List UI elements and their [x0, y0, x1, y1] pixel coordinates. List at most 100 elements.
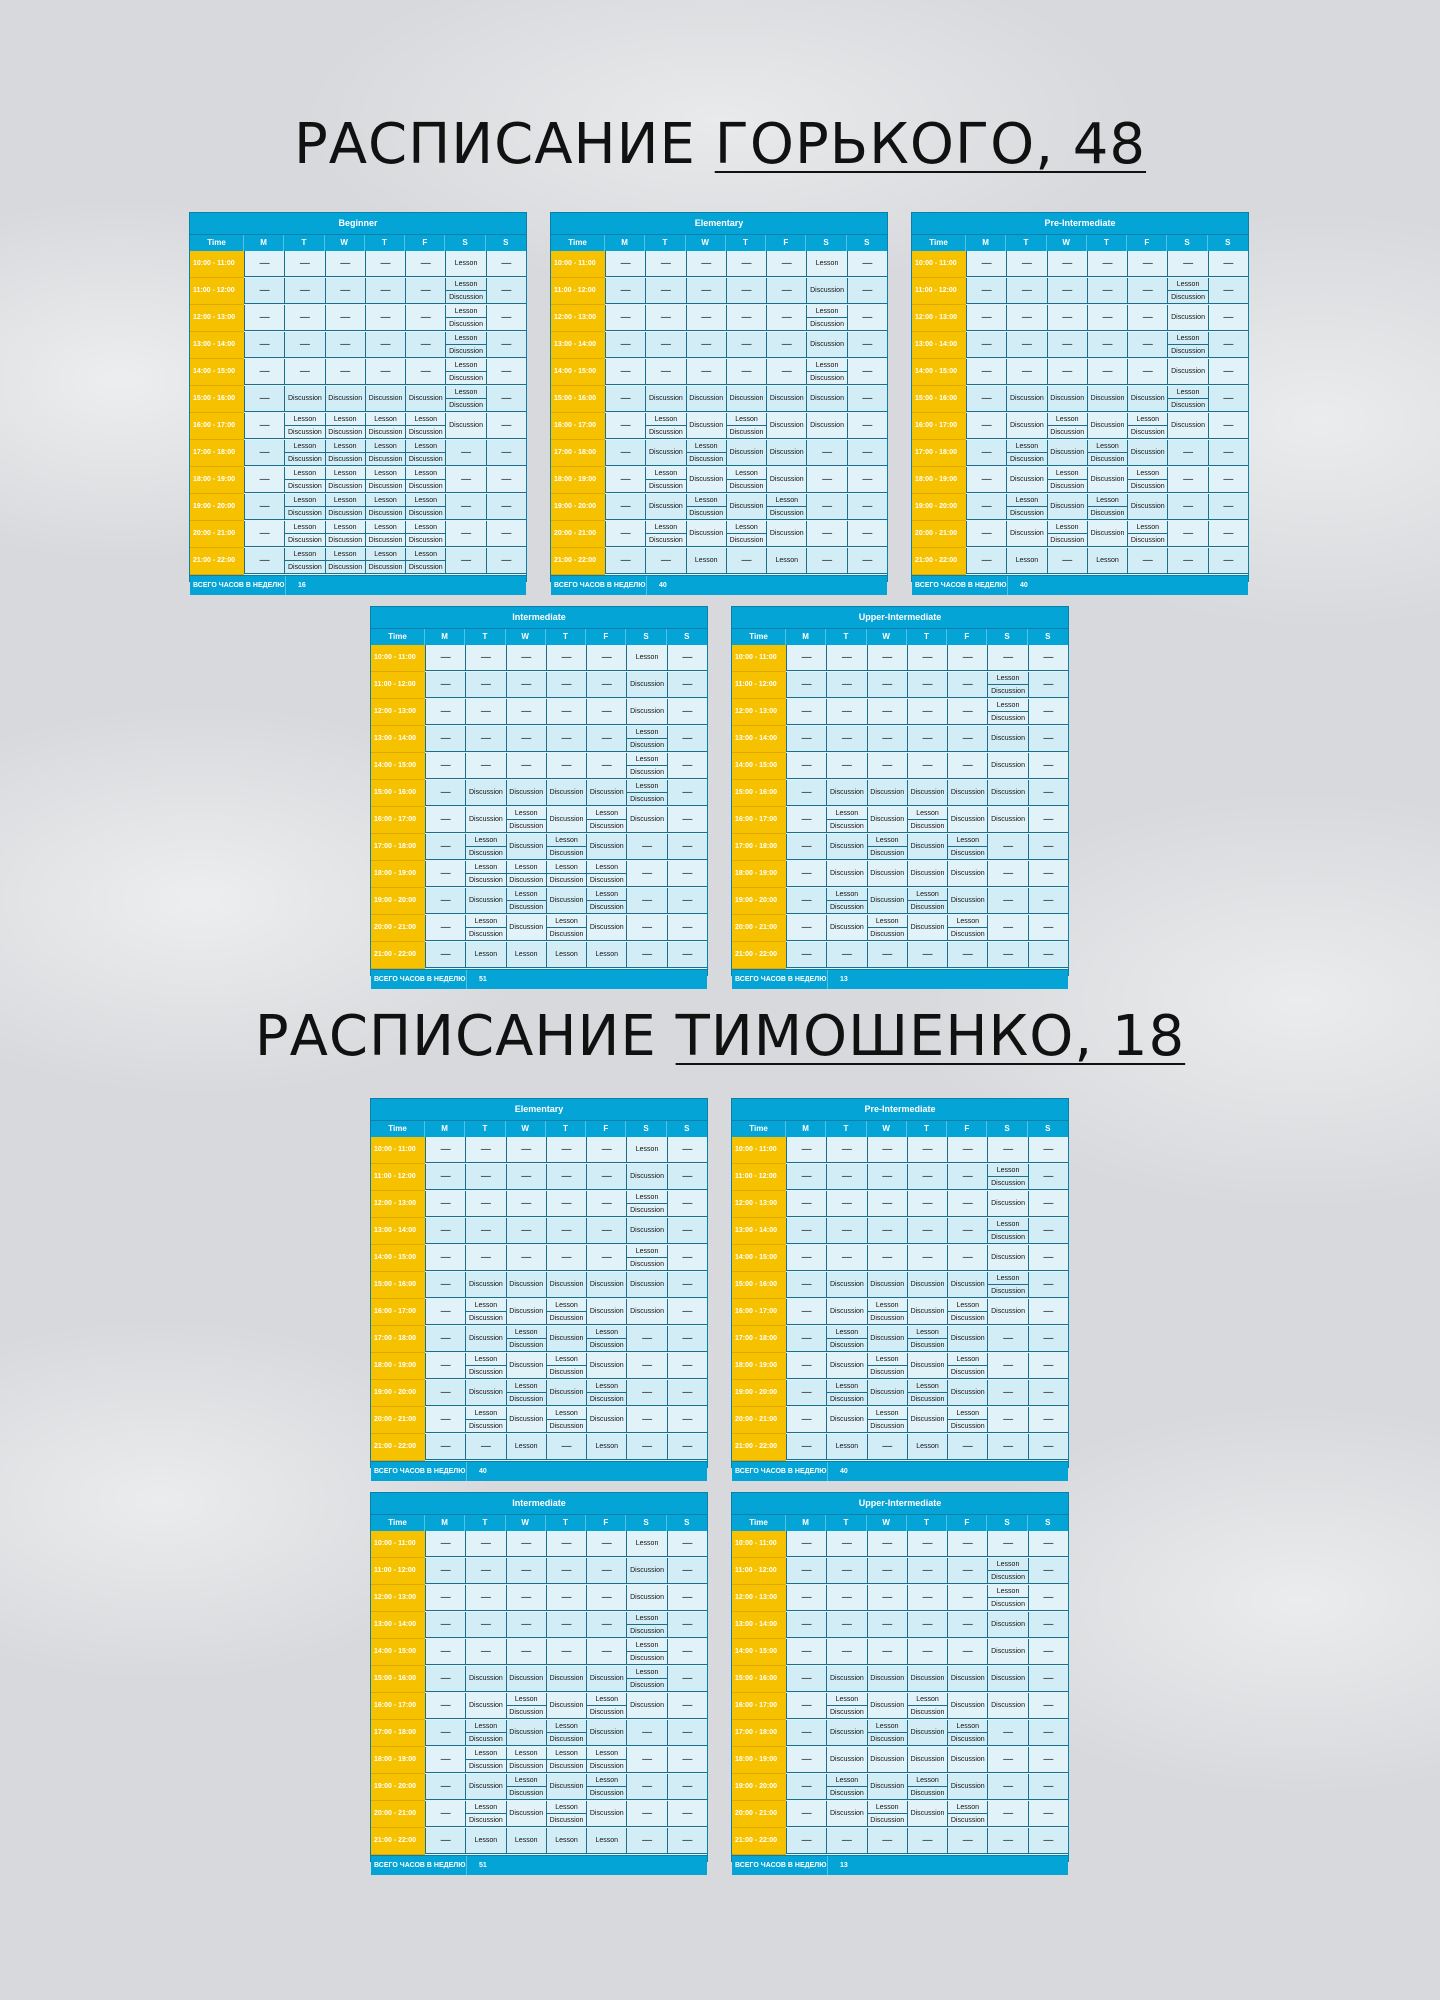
- schedule-cell: —: [586, 1585, 627, 1611]
- schedule-cell: —: [244, 251, 285, 277]
- heading-prefix: РАСПИСАНИЕ: [293, 112, 715, 177]
- cell-activity: Discussion: [509, 1810, 544, 1817]
- cell-empty: —: [862, 284, 873, 296]
- schedule-cell: Discussion: [947, 888, 988, 914]
- cell-empty: —: [440, 705, 451, 717]
- schedule-cell: Lesson Discussion: [1086, 494, 1128, 520]
- cell-empty: —: [962, 1645, 973, 1657]
- cell-empty: —: [642, 867, 653, 879]
- cell-discussion: Discussion: [827, 1392, 867, 1405]
- schedule-cell: —: [605, 359, 646, 385]
- schedule-cell: Discussion: [1086, 386, 1128, 412]
- schedule-cell: —: [545, 672, 587, 698]
- schedule-cell: —: [666, 753, 707, 779]
- cell-discussion: Discussion: [285, 560, 325, 573]
- cell-empty: —: [882, 1618, 893, 1630]
- schedule-cell: —: [586, 726, 627, 752]
- cell-empty: —: [801, 1807, 812, 1819]
- schedule-cell: —: [786, 834, 827, 860]
- cell-lesson: Lesson: [1096, 496, 1119, 504]
- cell-lesson: Lesson: [996, 1587, 1020, 1595]
- cell-discussion: Discussion: [466, 1365, 506, 1378]
- cell-discussion: Discussion: [907, 1786, 948, 1799]
- timetable-title: Intermediate: [371, 607, 707, 629]
- time-slot: 20:00 - 21:00: [732, 915, 786, 942]
- cell-activity: Discussion: [368, 395, 403, 402]
- cell-empty: —: [882, 1564, 893, 1576]
- cell-empty: —: [1043, 1834, 1054, 1846]
- schedule-cell: —: [1046, 359, 1087, 385]
- cell-activity: Discussion: [829, 870, 864, 877]
- schedule-cell: Lesson Discussion: [364, 521, 406, 547]
- cell-empty: —: [801, 1224, 812, 1236]
- schedule-cell: —: [465, 1558, 506, 1584]
- schedule-cell: —: [866, 1828, 907, 1854]
- schedule-cell: Discussion: [806, 413, 847, 439]
- time-slot: 13:00 - 14:00: [371, 1218, 425, 1245]
- cell-activity: Discussion: [910, 924, 945, 931]
- timetable-footer: ВСЕГО ЧАСОВ В НЕДЕЛЮ 40: [912, 575, 1248, 595]
- cell-lesson: Lesson: [875, 1803, 899, 1811]
- cell-empty: —: [922, 948, 933, 960]
- cell-activity: Discussion: [870, 1756, 905, 1763]
- timetable-header-row: Time M T W T F S S: [912, 235, 1248, 251]
- cell-discussion: Discussion: [948, 1732, 988, 1745]
- schedule-cell: —: [866, 1585, 907, 1611]
- cell-activity: Discussion: [468, 897, 503, 904]
- cell-empty: —: [841, 651, 852, 663]
- cell-discussion: Discussion: [466, 1419, 506, 1432]
- cell-empty: —: [601, 1537, 612, 1549]
- cell-discussion: Discussion: [807, 317, 847, 330]
- time-slot: 16:00 - 17:00: [371, 807, 425, 834]
- schedule-cell: —: [324, 278, 365, 304]
- cell-empty: —: [801, 1618, 812, 1630]
- cell-empty: —: [981, 311, 992, 323]
- cell-empty: —: [882, 678, 893, 690]
- schedule-cell: Discussion: [866, 1380, 907, 1406]
- cell-empty: —: [601, 678, 612, 690]
- cell-empty: —: [620, 338, 631, 350]
- cell-discussion: Discussion: [446, 317, 486, 330]
- schedule-cell: —: [906, 753, 948, 779]
- schedule-cell: —: [846, 467, 887, 493]
- cell-empty: —: [682, 921, 693, 933]
- cell-activity: Lesson: [635, 1540, 659, 1547]
- timetable-header-row: Time M T W T F S S: [371, 1121, 707, 1137]
- time-slot: 10:00 - 11:00: [732, 1137, 786, 1164]
- schedule-cell: Discussion: [1127, 440, 1168, 466]
- schedule-cell: Lesson: [445, 251, 486, 277]
- cell-empty: —: [1043, 1170, 1054, 1182]
- cell-activity: Discussion: [689, 395, 724, 402]
- time-slot: 10:00 - 11:00: [732, 1531, 786, 1558]
- timetable-footer: ВСЕГО ЧАСОВ В НЕДЕЛЮ 51: [371, 1855, 707, 1875]
- schedule-cell: Discussion: [586, 1801, 627, 1827]
- schedule-cell: Discussion: [987, 1639, 1028, 1665]
- cell-empty: —: [862, 365, 873, 377]
- schedule-cell: Lesson Discussion: [465, 861, 506, 887]
- schedule-cell: —: [626, 1720, 667, 1746]
- schedule-cell: —: [545, 645, 587, 671]
- cell-empty: —: [801, 1278, 812, 1290]
- time-slot: 16:00 - 17:00: [912, 413, 966, 440]
- time-slot: 17:00 - 18:00: [732, 1720, 786, 1747]
- schedule-cell: —: [425, 1531, 466, 1557]
- cell-discussion: Discussion: [1047, 479, 1087, 492]
- schedule-cell: Lesson: [465, 942, 506, 968]
- schedule-cell: —: [666, 1137, 707, 1163]
- header-time: Time: [732, 629, 786, 645]
- timetable-intermediate: Intermediate Time M T W T F S S 10:00 - 11:00— — — —…: [370, 1492, 708, 1875]
- cell-empty: —: [340, 311, 351, 323]
- schedule-cell: Lesson Discussion: [947, 1407, 988, 1433]
- schedule-cell: Lesson Discussion: [1046, 521, 1087, 547]
- schedule-cell: —: [786, 699, 827, 725]
- cell-empty: —: [521, 1537, 532, 1549]
- schedule-cell: —: [666, 1164, 707, 1190]
- cell-lesson: Lesson: [555, 1749, 578, 1757]
- schedule-cell: Discussion: [947, 1774, 988, 1800]
- schedule-cell: —: [666, 1801, 707, 1827]
- cell-empty: —: [1043, 867, 1054, 879]
- cell-empty: —: [841, 705, 852, 717]
- cell-empty: —: [440, 1699, 451, 1711]
- schedule-cell: Discussion: [505, 1407, 546, 1433]
- schedule-cell: —: [666, 1612, 707, 1638]
